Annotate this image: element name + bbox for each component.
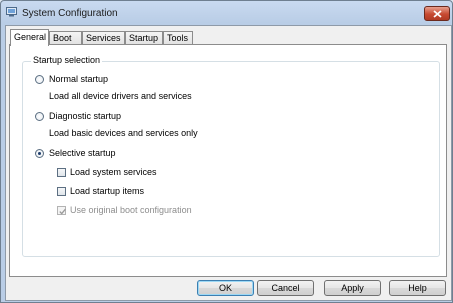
tab-startup[interactable]: Startup xyxy=(125,31,163,45)
load-system-services-label[interactable]: Load system services xyxy=(70,167,157,177)
selective-startup-radio[interactable] xyxy=(35,149,44,158)
diagnostic-startup-description: Load basic devices and services only xyxy=(49,128,198,138)
startup-selection-group: Startup selection Normal startup Load al… xyxy=(22,55,440,257)
window-title: System Configuration xyxy=(22,8,118,19)
use-original-boot-configuration-label: Use original boot configuration xyxy=(70,205,192,215)
diagnostic-startup-radio[interactable] xyxy=(35,112,44,121)
normal-startup-label[interactable]: Normal startup xyxy=(49,74,108,84)
selective-startup-label[interactable]: Selective startup xyxy=(49,148,116,158)
dialog-body: General Boot Services Startup Tools Star… xyxy=(5,25,452,301)
use-original-boot-configuration-checkbox xyxy=(57,206,66,215)
diagnostic-startup-label[interactable]: Diagnostic startup xyxy=(49,111,121,121)
close-icon xyxy=(433,10,442,18)
tab-boot[interactable]: Boot xyxy=(49,31,82,45)
ok-button[interactable]: OK xyxy=(197,280,254,296)
cancel-button[interactable]: Cancel xyxy=(257,280,314,296)
help-button[interactable]: Help xyxy=(389,280,446,296)
close-button[interactable] xyxy=(424,6,450,21)
startup-selection-heading: Startup selection xyxy=(31,55,103,65)
normal-startup-radio[interactable] xyxy=(35,75,44,84)
title-bar[interactable]: System Configuration xyxy=(1,1,452,25)
load-system-services-checkbox[interactable] xyxy=(57,168,66,177)
system-configuration-app-icon xyxy=(6,7,17,17)
load-startup-items-label[interactable]: Load startup items xyxy=(70,186,144,196)
tab-general[interactable]: General xyxy=(10,29,49,46)
general-tab-panel: Startup selection Normal startup Load al… xyxy=(9,44,447,277)
checkmark-icon xyxy=(59,208,66,215)
system-configuration-window: System Configuration General Boot Servic… xyxy=(0,0,453,303)
apply-button[interactable]: Apply xyxy=(324,280,381,296)
normal-startup-description: Load all device drivers and services xyxy=(49,91,192,101)
load-startup-items-checkbox[interactable] xyxy=(57,187,66,196)
tab-services[interactable]: Services xyxy=(82,31,125,45)
tab-tools[interactable]: Tools xyxy=(163,31,193,45)
